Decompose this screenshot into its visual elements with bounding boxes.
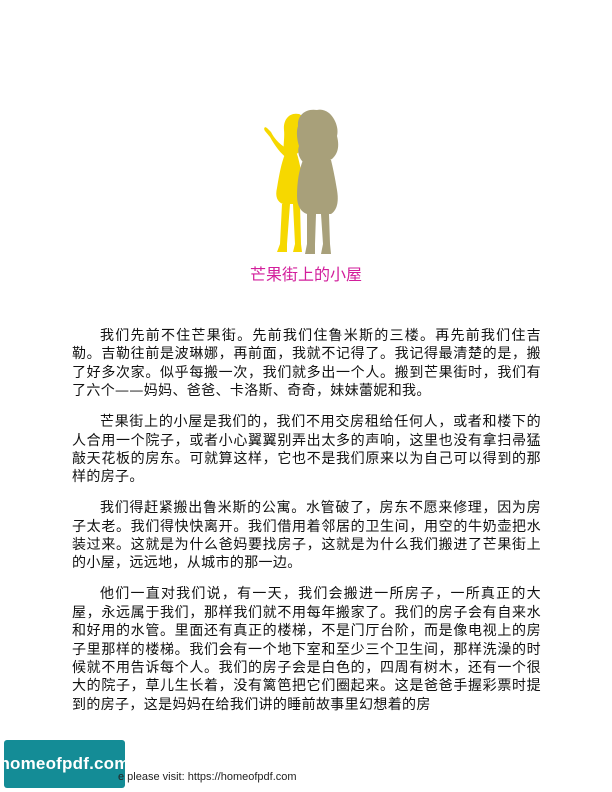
body-text: 我们先前不住芒果街。先前我们住鲁米斯的三楼。再先前我们住吉勒。吉勒往前是波琳娜，… — [72, 327, 541, 727]
homeofpdf-logo-badge[interactable]: homeofpdf.com — [0, 740, 129, 788]
gray-girl-figure — [296, 109, 339, 254]
chapter-title: 芒果街上的小屋 — [249, 265, 362, 284]
girls-silhouette-illustration — [264, 109, 339, 254]
footer-visit-link[interactable]: e please visit: https://homeofpdf.com — [118, 770, 297, 784]
paragraph: 他们一直对我们说，有一天，我们会搬进一所房子，一所真正的大屋，永远属于我们，那样… — [72, 586, 541, 713]
badge-label: homeofpdf.com — [0, 754, 130, 773]
paragraph: 我们得赶紧搬出鲁米斯的公寓。水管破了，房东不愿来修理，因为房子太老。我们得快快离… — [72, 500, 541, 572]
paragraph: 芒果街上的小屋是我们的，我们不用交房租给任何人，或者和楼下的人合用一个院子，或者… — [72, 414, 541, 486]
paragraph: 我们先前不住芒果街。先前我们住鲁米斯的三楼。再先前我们住吉勒。吉勒往前是波琳娜，… — [72, 328, 541, 400]
